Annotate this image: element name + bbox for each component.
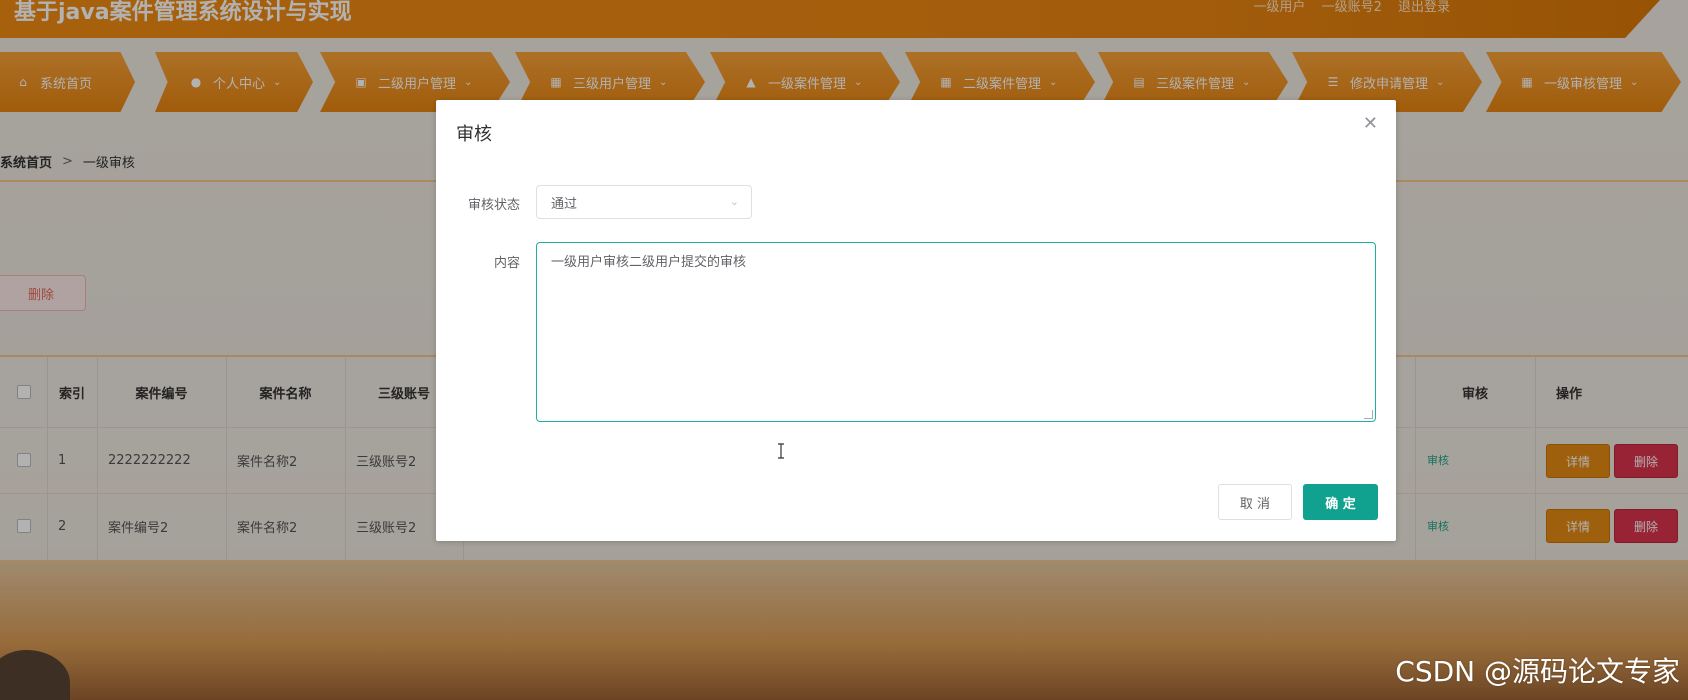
cancel-button[interactable]: 取 消 [1218,484,1292,520]
text-cursor-icon [778,443,784,459]
content-text: 一级用户审核二级用户提交的审核 [551,255,747,270]
resize-handle[interactable] [1364,410,1373,419]
status-select-value: 通过 [551,196,578,212]
status-select[interactable]: 通过 ⌄ [536,185,752,219]
review-dialog: 审核 ✕ 审核状态 通过 ⌄ 内容 一级用户审核二级用户提交的审核 取 消 确 … [436,100,1396,541]
confirm-button[interactable]: 确 定 [1303,484,1378,520]
chevron-down-icon: ⌄ [729,195,739,208]
watermark: CSDN @源码论文专家 [1395,655,1680,688]
content-label: 内容 [493,256,520,271]
close-icon[interactable]: ✕ [1363,115,1378,133]
content-textarea[interactable]: 一级用户审核二级用户提交的审核 [536,242,1376,459]
dialog-title: 审核 [456,124,492,145]
status-label: 审核状态 [467,198,520,213]
